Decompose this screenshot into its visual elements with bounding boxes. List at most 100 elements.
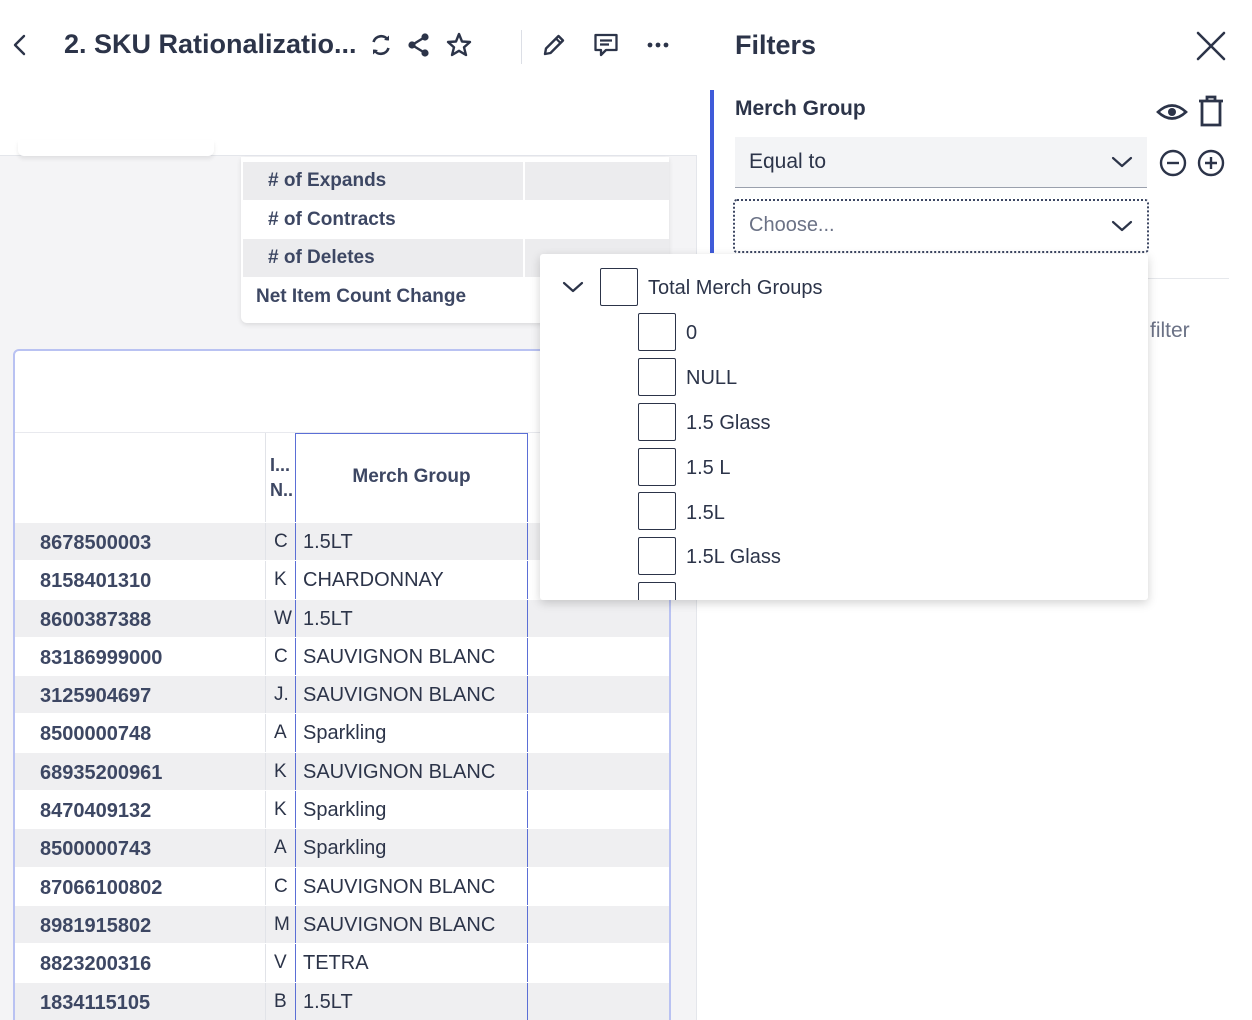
chevron-down-icon[interactable] bbox=[562, 278, 584, 296]
table-row[interactable]: 83186999000 C SAUVIGNON BLANC bbox=[15, 636, 669, 677]
cell-inv: C bbox=[265, 867, 295, 906]
back-icon[interactable] bbox=[2, 27, 38, 63]
toolbar-divider bbox=[521, 30, 522, 64]
edit-icon[interactable] bbox=[536, 27, 572, 63]
table-row[interactable]: 8470409132 K Sparkling bbox=[15, 790, 669, 831]
table-row[interactable]: 3125904697 J. SAUVIGNON BLANC bbox=[15, 675, 669, 716]
table-row[interactable]: 8981915802 M SAUVIGNON BLANC bbox=[15, 904, 669, 945]
cell-id: 8500000743 bbox=[40, 838, 152, 861]
cell-inv: K bbox=[265, 561, 295, 600]
remove-condition-icon[interactable] bbox=[1158, 148, 1188, 178]
cell-id: 8600387388 bbox=[40, 608, 152, 631]
column-header-merch-group[interactable]: Merch Group bbox=[295, 433, 528, 523]
add-filter-link[interactable]: filter bbox=[1150, 319, 1190, 343]
cell-merch-group: Sparkling bbox=[295, 829, 528, 869]
cell-id: 83186999000 bbox=[40, 646, 163, 669]
cell-inv: K bbox=[265, 791, 295, 830]
checkbox-option[interactable] bbox=[638, 403, 676, 441]
option-label: Total Merch Groups bbox=[648, 277, 823, 299]
close-icon[interactable] bbox=[1193, 28, 1229, 64]
cell-inv: A bbox=[265, 714, 295, 753]
checkbox-option[interactable] bbox=[638, 448, 676, 486]
cell-inv: K bbox=[265, 752, 295, 791]
table-row[interactable]: 68935200961 K SAUVIGNON BLANC bbox=[15, 751, 669, 792]
cell-merch-group: SAUVIGNON BLANC bbox=[295, 637, 528, 677]
table-row[interactable]: 8600387388 W 1.5LT bbox=[15, 598, 669, 639]
cell-id: 68935200961 bbox=[40, 761, 163, 784]
cell-merch-group: SAUVIGNON BLANC bbox=[295, 676, 528, 716]
active-filter-indicator bbox=[710, 90, 714, 253]
table-row[interactable]: 8823200316 V TETRA bbox=[15, 943, 669, 984]
cell-merch-group: TETRA bbox=[295, 944, 528, 984]
cell-id: 8470409132 bbox=[40, 800, 152, 823]
report-header: 2. SKU Rationalizatio... bbox=[0, 0, 697, 156]
cell-inv: B bbox=[265, 982, 295, 1020]
summary-row: # of Contracts bbox=[241, 201, 669, 239]
cell-inv: W bbox=[265, 599, 295, 638]
operator-value: Equal to bbox=[749, 150, 827, 173]
option-label: 1.5L bbox=[686, 502, 725, 524]
cell-inv: J. bbox=[265, 676, 295, 715]
cell-merch-group: SAUVIGNON BLANC bbox=[295, 867, 528, 907]
operator-select[interactable]: Equal to bbox=[735, 137, 1147, 188]
cell-id: 3125904697 bbox=[40, 685, 152, 708]
cell-inv: V bbox=[265, 944, 295, 983]
checkbox-option[interactable] bbox=[638, 313, 676, 351]
checkbox-total-merch-groups[interactable] bbox=[600, 268, 638, 306]
add-condition-icon[interactable] bbox=[1196, 148, 1226, 178]
summary-label: # of Expands bbox=[268, 170, 387, 191]
option-label: NULL bbox=[686, 367, 738, 389]
cell-inv: C bbox=[265, 637, 295, 676]
cell-id: 8823200316 bbox=[40, 953, 152, 976]
value-placeholder: Choose... bbox=[749, 214, 835, 236]
checkbox-option[interactable] bbox=[638, 582, 676, 600]
table-row[interactable]: 8500000743 A Sparkling bbox=[15, 828, 669, 869]
filter-field-label: Merch Group bbox=[735, 97, 866, 120]
table-row[interactable]: 1834115105 B 1.5LT bbox=[15, 981, 669, 1020]
cell-id: 8981915802 bbox=[40, 914, 152, 937]
cell-merch-group: 1.5LT bbox=[295, 599, 528, 639]
chevron-down-icon bbox=[1111, 220, 1133, 232]
option-label: 1.5 L bbox=[686, 457, 731, 479]
cell-merch-group: SAUVIGNON BLANC bbox=[295, 905, 528, 945]
comment-icon[interactable] bbox=[588, 27, 624, 63]
merch-group-dropdown: Total Merch Groups 0 NULL 1.5 Glass 1.5 … bbox=[540, 254, 1148, 600]
cell-id: 1834115105 bbox=[40, 991, 151, 1014]
refresh-icon[interactable] bbox=[363, 27, 399, 63]
cell-merch-group: Sparkling bbox=[295, 714, 528, 754]
star-icon[interactable] bbox=[441, 27, 477, 63]
table-row[interactable]: 87066100802 C SAUVIGNON BLANC bbox=[15, 866, 669, 907]
summary-label: # of Contracts bbox=[268, 209, 396, 230]
card-stub bbox=[18, 140, 214, 156]
cell-merch-group: 1.5LT bbox=[295, 982, 528, 1020]
more-icon[interactable] bbox=[640, 27, 676, 63]
trash-icon[interactable] bbox=[1197, 94, 1225, 128]
page-title: 2. SKU Rationalizatio... bbox=[64, 29, 357, 59]
cell-inv: C bbox=[265, 523, 295, 561]
cell-id: 8678500003 bbox=[40, 532, 152, 554]
option-label: 0 bbox=[686, 322, 698, 344]
cell-id: 8158401310 bbox=[40, 570, 152, 593]
cell-inv: A bbox=[265, 829, 295, 868]
cell-id: 8500000748 bbox=[40, 723, 152, 746]
option-label: 1.5L Glass bbox=[686, 546, 781, 568]
cell-merch-group: Sparkling bbox=[295, 791, 528, 831]
column-header-inv[interactable]: I... N.. bbox=[265, 433, 295, 523]
filters-title: Filters bbox=[735, 30, 817, 60]
summary-label: # of Deletes bbox=[268, 247, 375, 268]
cell-id: 87066100802 bbox=[40, 876, 163, 899]
summary-row: # of Expands bbox=[241, 162, 669, 200]
cell-inv: M bbox=[265, 905, 295, 944]
checkbox-option[interactable] bbox=[638, 492, 676, 530]
chevron-down-icon bbox=[1111, 156, 1133, 168]
cell-merch-group: SAUVIGNON BLANC bbox=[295, 752, 528, 792]
table-row[interactable]: 8500000748 A Sparkling bbox=[15, 713, 669, 754]
checkbox-option[interactable] bbox=[638, 358, 676, 396]
eye-icon[interactable] bbox=[1155, 97, 1189, 127]
value-select[interactable]: Choose... bbox=[733, 199, 1149, 253]
option-label: 1.5 Glass bbox=[686, 412, 771, 434]
summary-label: Net Item Count Change bbox=[256, 286, 467, 307]
share-icon[interactable] bbox=[401, 27, 437, 63]
cell-merch-group: 1.5LT bbox=[295, 523, 528, 562]
checkbox-option[interactable] bbox=[638, 537, 676, 575]
